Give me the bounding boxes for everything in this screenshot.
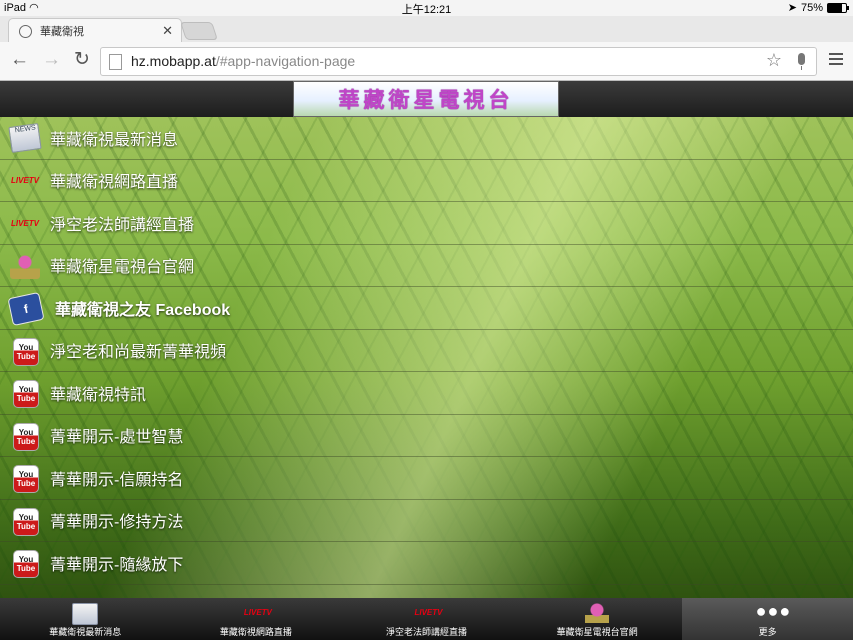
url-host: hz.mobapp.at bbox=[131, 53, 216, 69]
battery-fill bbox=[828, 3, 842, 12]
list-item[interactable]: NEWS 華藏衛視最新消息 bbox=[0, 117, 853, 160]
tab-title: 華藏衛視 bbox=[40, 26, 84, 38]
list-item[interactable]: You Tube 淨空老和尚最新菁華視頻 bbox=[0, 330, 853, 372]
close-tab-icon[interactable]: ✕ bbox=[162, 23, 173, 39]
navigation-list: NEWS 華藏衛視最新消息 LIVETV 華藏衛視網路直播 LIVETV 淨空老法師講經直… bbox=[0, 117, 853, 585]
list-item-label: 華藏衛視特訊 bbox=[50, 386, 147, 404]
live-tv-icon: LIVETV bbox=[10, 218, 39, 228]
forward-arrow-icon[interactable]: → bbox=[42, 50, 61, 70]
bookmark-star-icon[interactable]: ☆ bbox=[766, 50, 782, 71]
browser-tab-strip: 華藏衛視 ✕ bbox=[0, 16, 853, 43]
url-path: /#app-navigation-page bbox=[215, 53, 356, 69]
browser-tab-active[interactable]: 華藏衛視 ✕ bbox=[8, 18, 182, 43]
browser-toolbar: ← → ↻ hz.mobapp.at/#app-navigation-page … bbox=[0, 42, 853, 81]
list-item-label: 淨空老法師講經直播 bbox=[50, 216, 195, 234]
content-area: NEWS 華藏衛視最新消息 LIVETV 華藏衛視網路直播 LIVETV 淨空老法師講經直… bbox=[0, 117, 853, 598]
list-item[interactable]: You Tube 菁華開示-處世智慧 bbox=[0, 415, 853, 457]
bottom-tab-bar: 華藏衛視最新消息 LIVETV 華藏衛視網路直播 LIVETV 淨空老法師講經直播 華藏衛… bbox=[0, 598, 853, 640]
lotus-logo-icon bbox=[10, 252, 40, 279]
list-item-label: 菁華開示-修持方法 bbox=[50, 514, 184, 532]
tab-bar-item[interactable]: LIVETV 華藏衛視網路直播 bbox=[171, 598, 342, 640]
youtube-icon: You Tube bbox=[13, 337, 39, 366]
list-item-label: 菁華開示-處世智慧 bbox=[50, 429, 184, 447]
lotus-logo-icon bbox=[585, 603, 610, 623]
battery-icon bbox=[827, 2, 849, 13]
live-tv-icon: LIVETV bbox=[243, 608, 272, 617]
list-item[interactable]: You Tube 菁華開示-隨緣放下 bbox=[0, 542, 853, 585]
list-item-label: 淨空老和尚最新菁華視頻 bbox=[50, 344, 227, 362]
youtube-icon: You Tube bbox=[13, 507, 39, 536]
tab-bar-item[interactable]: 華藏衛視最新消息 bbox=[0, 598, 171, 640]
news-icon bbox=[72, 603, 99, 625]
news-icon: NEWS bbox=[8, 123, 42, 153]
youtube-icon: You Tube bbox=[13, 380, 39, 408]
address-bar[interactable]: hz.mobapp.at/#app-navigation-page ☆ bbox=[100, 47, 817, 76]
tab-bar-label: 華藏衛視最新消息 bbox=[49, 627, 122, 637]
list-item[interactable]: LIVETV 淨空老法師講經直播 bbox=[0, 202, 853, 245]
live-tv-icon: LIVETV bbox=[414, 608, 443, 617]
browser-menu-icon[interactable] bbox=[829, 53, 843, 68]
youtube-icon: You Tube bbox=[13, 422, 39, 451]
banner-title: 華藏衛星電視台 bbox=[338, 87, 514, 112]
tab-bar-label: 淨空老法師講經直播 bbox=[385, 627, 467, 637]
list-item-label: 菁華開示-信願持名 bbox=[50, 471, 184, 489]
live-tv-icon: LIVETV bbox=[10, 176, 39, 185]
list-item-label: 華藏衛視之友 Facebook bbox=[55, 301, 231, 319]
battery-percent: 75% bbox=[800, 1, 823, 14]
clock: 上午12:21 bbox=[401, 4, 452, 16]
url-text[interactable]: hz.mobapp.at/#app-navigation-page bbox=[131, 53, 355, 69]
more-icon: ●●● bbox=[755, 601, 792, 621]
app-header: 華藏衛星電視台 bbox=[0, 81, 853, 117]
tab-bar-label: 華藏衛星電視台官網 bbox=[556, 627, 638, 637]
list-item[interactable]: 華藏衛星電視台官網 bbox=[0, 245, 853, 287]
reload-icon[interactable]: ↻ bbox=[74, 50, 90, 70]
list-item-label: 華藏衛視網路直播 bbox=[50, 174, 179, 192]
list-item-label: 菁華開示-隨緣放下 bbox=[50, 556, 184, 574]
tab-bar-item[interactable]: LIVETV 淨空老法師講經直播 bbox=[341, 598, 512, 640]
list-item[interactable]: You Tube 菁華開示-修持方法 bbox=[0, 500, 853, 542]
banner-logo: 華藏衛星電視台 bbox=[293, 81, 559, 117]
ios-status-bar: iPad ◠ 上午12:21 ➤ 75% bbox=[0, 0, 853, 16]
facebook-icon: f bbox=[7, 291, 45, 327]
list-item[interactable]: LIVETV 華藏衛視網路直播 bbox=[0, 160, 853, 202]
location-arrow-icon: ➤ bbox=[787, 2, 797, 14]
tab-bar-label: 華藏衛視網路直播 bbox=[219, 627, 292, 637]
list-item-label: 華藏衛星電視台官網 bbox=[50, 259, 195, 277]
status-right: ➤ 75% bbox=[787, 1, 849, 14]
globe-icon bbox=[19, 24, 32, 38]
list-item[interactable]: f 華藏衛視之友 Facebook bbox=[0, 287, 853, 330]
list-item-label: 華藏衛視最新消息 bbox=[50, 131, 179, 149]
youtube-icon: You Tube bbox=[13, 465, 39, 493]
new-tab-button[interactable] bbox=[180, 22, 218, 40]
list-item[interactable]: You Tube 菁華開示-信願持名 bbox=[0, 457, 853, 500]
back-arrow-icon[interactable]: ← bbox=[10, 50, 29, 70]
tab-bar-item[interactable]: 華藏衛星電視台官網 bbox=[512, 598, 683, 640]
microphone-icon[interactable] bbox=[798, 53, 805, 70]
youtube-icon: You Tube bbox=[13, 550, 39, 578]
tab-bar-item[interactable]: ●●● 更多 bbox=[682, 598, 853, 640]
list-item[interactable]: You Tube 華藏衛視特訊 bbox=[0, 372, 853, 415]
tab-bar-label: 更多 bbox=[758, 627, 777, 637]
page-icon bbox=[109, 54, 122, 70]
